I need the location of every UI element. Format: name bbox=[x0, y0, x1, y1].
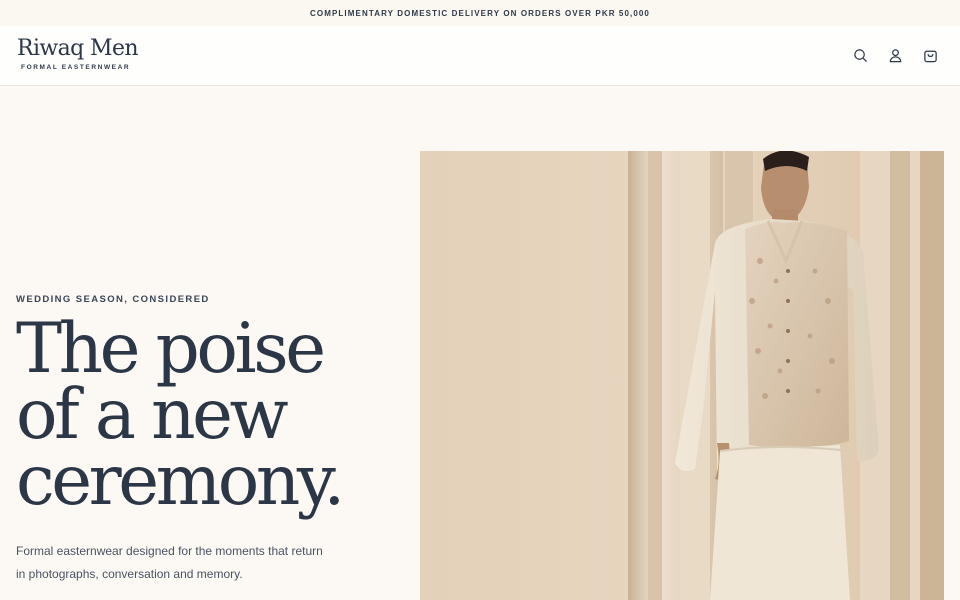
description-line: Formal easternwear designed for the mome… bbox=[16, 544, 323, 558]
account-button[interactable] bbox=[887, 47, 903, 63]
hero-image bbox=[420, 151, 944, 600]
account-icon bbox=[889, 48, 901, 62]
headline-line: ceremony. bbox=[16, 441, 345, 521]
brand-tagline: FORMAL EASTERNWEAR bbox=[21, 64, 131, 71]
announcement-bar: COMPLIMENTARY DOMESTIC DELIVERY ON ORDER… bbox=[0, 0, 960, 26]
bag-icon bbox=[923, 50, 937, 62]
hero-headline: The poise of a new ceremony. bbox=[16, 309, 406, 521]
hero-description: Formal easternwear designed for the mome… bbox=[16, 540, 346, 585]
search-icon bbox=[853, 48, 867, 62]
description-line: in photographs, conversation and memory. bbox=[16, 566, 243, 581]
search-button[interactable] bbox=[852, 47, 868, 63]
brand-logo[interactable]: Riwaq Men FORMAL EASTERNWEAR bbox=[17, 36, 139, 71]
hero-eyebrow: WEDDING SEASON, CONSIDERED bbox=[16, 294, 210, 305]
header-actions bbox=[852, 47, 938, 63]
headline-line: The poise bbox=[16, 309, 326, 389]
model-photo bbox=[420, 151, 944, 600]
headline-line: of a new bbox=[16, 375, 289, 455]
site-header: Riwaq Men FORMAL EASTERNWEAR bbox=[0, 26, 960, 86]
announcement-text: COMPLIMENTARY DOMESTIC DELIVERY ON ORDER… bbox=[310, 8, 650, 18]
brand-name: Riwaq Men bbox=[17, 36, 139, 61]
bag-button[interactable] bbox=[922, 47, 938, 63]
hero-copy: WEDDING SEASON, CONSIDERED The poise of … bbox=[16, 86, 406, 600]
